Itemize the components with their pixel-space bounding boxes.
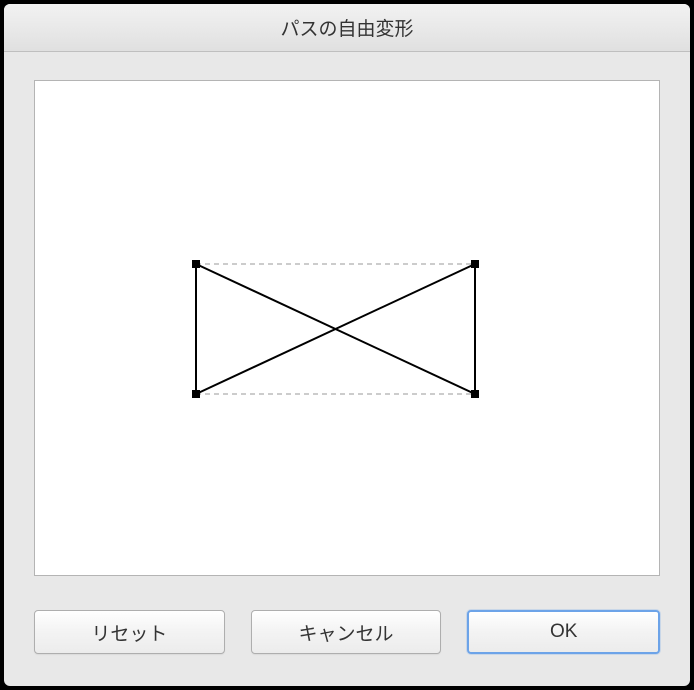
reset-button[interactable]: リセット: [34, 610, 225, 654]
handle-top-right[interactable]: [471, 260, 479, 268]
cancel-button[interactable]: キャンセル: [251, 610, 442, 654]
titlebar: パスの自由変形: [4, 4, 690, 52]
handle-top-left[interactable]: [192, 260, 200, 268]
button-row: リセット キャンセル OK: [34, 610, 660, 654]
dialog-title: パスの自由変形: [280, 14, 413, 41]
preview-canvas[interactable]: [34, 80, 660, 576]
handle-bottom-left[interactable]: [192, 390, 200, 398]
handle-bottom-right[interactable]: [471, 390, 479, 398]
ok-button[interactable]: OK: [467, 610, 660, 654]
path-preview: [35, 81, 659, 575]
dialog-content: リセット キャンセル OK: [4, 52, 690, 686]
path-lines: [196, 264, 475, 394]
dialog-window: パスの自由変形: [4, 4, 690, 686]
